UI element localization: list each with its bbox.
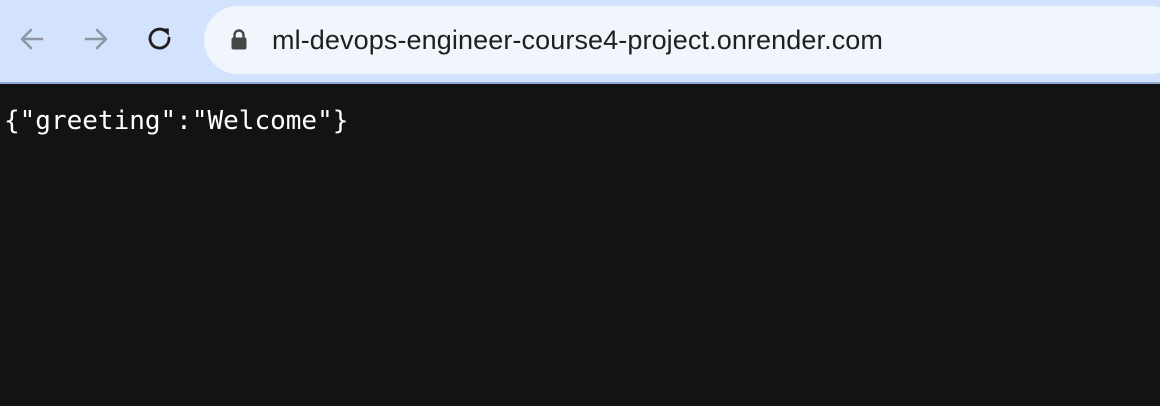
arrow-right-icon [84,28,108,50]
json-response-text: {"greeting":"Welcome"} [4,106,349,136]
back-button[interactable] [10,17,54,61]
reload-button[interactable] [138,17,182,61]
browser-toolbar: ml-devops-engineer-course4-project.onren… [0,0,1160,84]
page-content: {"greeting":"Welcome"} [0,84,1160,406]
forward-button[interactable] [74,17,118,61]
reload-icon [148,27,171,50]
url-text[interactable]: ml-devops-engineer-course4-project.onren… [272,6,883,74]
arrow-left-icon [20,28,44,50]
address-bar[interactable]: ml-devops-engineer-course4-project.onren… [204,6,1160,74]
lock-icon[interactable] [230,28,248,52]
